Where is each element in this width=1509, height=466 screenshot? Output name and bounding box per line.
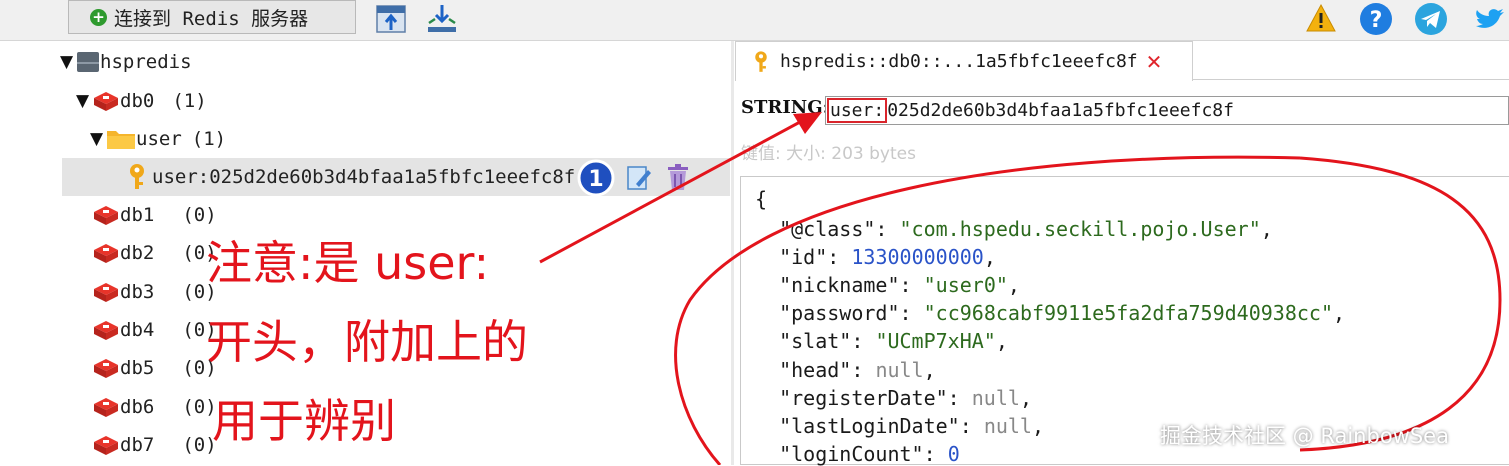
export-icon[interactable] xyxy=(425,3,459,35)
json-value: "UCmP7xHA" xyxy=(875,329,996,354)
db-label: db3 xyxy=(120,280,155,303)
tree-item-connection[interactable]: ▼ hspredis xyxy=(0,43,730,81)
warning-icon[interactable] xyxy=(1305,2,1337,34)
edit-key-icon[interactable] xyxy=(626,164,652,192)
plus-icon: + xyxy=(90,8,107,26)
key-label: user:025d2de60b3d4bfaa1a5fbfc1eeefc8f xyxy=(152,166,576,188)
json-key: "loginCount" xyxy=(779,441,924,466)
key-name-field[interactable]: user: 025d2de60b3d4bfaa1a5fbfc1eeefc8f xyxy=(825,96,1509,125)
db-count: (1) xyxy=(172,90,207,112)
redis-db-icon xyxy=(94,244,118,264)
db-label: db2 xyxy=(120,242,155,265)
json-value: null xyxy=(983,413,1032,438)
connect-to-redis-button[interactable]: + 连接到 Redis 服务器 xyxy=(68,0,356,34)
toolbar: + 连接到 Redis 服务器 ? xyxy=(0,0,1509,41)
redis-db-icon xyxy=(94,359,118,379)
json-comma: , xyxy=(1007,273,1020,298)
json-comma: , xyxy=(995,329,1008,354)
json-line: "lastLoginDate": null, xyxy=(779,413,1045,438)
json-value: null xyxy=(875,357,924,382)
key-name-rest: 025d2de60b3d4bfaa1a5fbfc1eeefc8f xyxy=(887,100,1234,121)
json-value: 13300000000 xyxy=(851,245,984,270)
db-label: db0 xyxy=(120,90,155,112)
import-icon[interactable] xyxy=(374,3,408,35)
json-value: "cc968cabf9911e5fa2dfa759d40938cc" xyxy=(923,301,1334,326)
connection-label: hspredis xyxy=(100,51,192,73)
json-line: "password": "cc968cabf9911e5fa2dfa759d40… xyxy=(779,301,1346,326)
json-line: "@class": "com.hspedu.seckill.pojo.User"… xyxy=(779,217,1273,241)
redis-db-icon xyxy=(94,397,118,417)
key-type-label: STRING: xyxy=(741,97,830,118)
twitter-icon[interactable] xyxy=(1470,2,1509,36)
json-key: "lastLoginDate" xyxy=(779,413,960,438)
key-icon xyxy=(130,164,144,189)
json-key: "password" xyxy=(779,301,900,326)
connect-button-label: 连接到 Redis 服务器 xyxy=(114,7,309,30)
tree-item-folder-user[interactable]: ▼ user (1) xyxy=(0,120,730,158)
svg-text:?: ? xyxy=(1370,8,1383,33)
tab-key[interactable]: hspredis::db0::...1a5fbfc1eeefc8f ✕ xyxy=(735,41,1193,81)
key-prefix-highlight: user: xyxy=(827,98,888,123)
json-value: "com.hspedu.seckill.pojo.User" xyxy=(899,217,1261,241)
db-label: db5 xyxy=(120,357,155,380)
json-comma: , xyxy=(923,357,936,382)
json-line: "id": 13300000000, xyxy=(779,245,996,270)
folder-count: (1) xyxy=(191,128,227,150)
folder-icon xyxy=(107,131,135,149)
json-line: "loginCount": 0 xyxy=(779,441,960,466)
db-label: db1 xyxy=(120,204,155,226)
db-label: db7 xyxy=(120,433,155,456)
annotation-text-3: 用于辨别 xyxy=(212,394,396,448)
tree-item-db1[interactable]: db1 (0) xyxy=(0,196,730,234)
tab-strip-line xyxy=(1193,79,1509,80)
redis-db-icon xyxy=(94,92,118,111)
telegram-icon[interactable] xyxy=(1414,2,1448,36)
folder-label: user xyxy=(136,128,182,150)
json-comma: , xyxy=(1019,385,1032,410)
value-meta-label: 键值: 大小: 203 bytes xyxy=(741,144,916,164)
delete-key-icon[interactable] xyxy=(666,163,690,191)
json-line: "slat": "UCmP7xHA", xyxy=(779,329,1008,354)
expand-triangle-icon[interactable]: ▼ xyxy=(90,129,106,149)
help-icon[interactable]: ? xyxy=(1359,2,1393,36)
json-comma: , xyxy=(1260,217,1273,241)
tree-item-db0[interactable]: ▼ db0 (1) xyxy=(0,82,730,120)
json-value: "user0" xyxy=(923,273,1008,298)
annotation-text-2: 开头，附加上的 xyxy=(206,315,528,369)
redis-db-icon xyxy=(94,282,118,302)
redis-db-icon xyxy=(94,206,118,225)
step-badge-number: 1 xyxy=(588,167,603,192)
redis-db-icon xyxy=(94,320,118,340)
json-line: "nickname": "user0", xyxy=(779,273,1020,298)
redis-db-icon xyxy=(94,435,118,455)
db-count: (0) xyxy=(182,204,217,226)
json-value: 0 xyxy=(947,441,960,466)
json-value: null xyxy=(971,385,1020,410)
db-label: db4 xyxy=(120,318,155,341)
tab-title: hspredis::db0::...1a5fbfc1eeefc8f xyxy=(780,51,1138,72)
json-key: "id" xyxy=(779,245,828,270)
json-open-brace: { xyxy=(755,187,768,211)
json-key: "registerDate" xyxy=(779,385,948,410)
json-line: "head": null, xyxy=(779,357,936,382)
watermark: 掘金技术社区 @ RainbowSea xyxy=(1160,424,1449,448)
step-badge: 1 xyxy=(577,159,615,197)
json-comma: , xyxy=(983,245,996,270)
key-view-pane: hspredis::db0::...1a5fbfc1eeefc8f ✕ STRI… xyxy=(735,41,1509,466)
expand-triangle-icon[interactable]: ▼ xyxy=(60,52,76,72)
json-key: "slat" xyxy=(779,329,852,354)
server-icon xyxy=(77,52,99,72)
json-key: "nickname" xyxy=(779,273,900,298)
json-line: "registerDate": null, xyxy=(779,385,1032,410)
pane-splitter[interactable] xyxy=(731,41,734,465)
json-key: "head" xyxy=(779,357,852,382)
annotation-text-1: 注意:是 user: xyxy=(206,236,490,290)
db-label: db6 xyxy=(120,395,155,418)
close-icon[interactable]: ✕ xyxy=(1146,50,1163,74)
expand-triangle-icon[interactable]: ▼ xyxy=(76,91,92,111)
key-icon xyxy=(755,50,767,72)
json-comma: , xyxy=(1333,301,1346,326)
json-comma: , xyxy=(1031,413,1045,438)
json-key: "@class" xyxy=(779,217,876,241)
